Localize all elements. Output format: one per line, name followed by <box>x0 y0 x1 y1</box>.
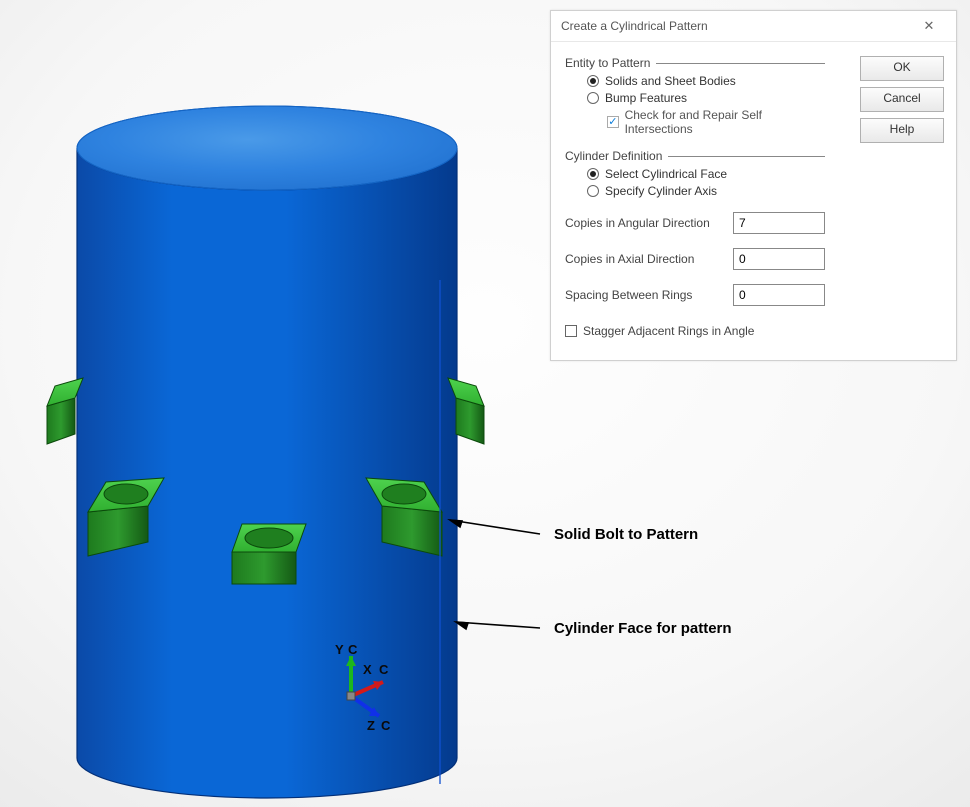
ok-button[interactable]: OK <box>860 56 944 81</box>
label-spacing-rings: Spacing Between Rings <box>565 288 733 302</box>
input-copies-axial[interactable] <box>733 248 825 270</box>
svg-text:C: C <box>381 718 391 733</box>
input-copies-angular[interactable] <box>733 212 825 234</box>
annotation-face: Cylinder Face for pattern <box>554 620 732 637</box>
svg-text:C: C <box>348 642 358 657</box>
check-stagger-label: Stagger Adjacent Rings in Angle <box>583 324 754 338</box>
check-stagger[interactable]: Stagger Adjacent Rings in Angle <box>565 324 825 338</box>
input-spacing-rings[interactable] <box>733 284 825 306</box>
dialog-title: Create a Cylindrical Pattern <box>561 19 912 33</box>
dialog-titlebar[interactable]: Create a Cylindrical Pattern ✕ <box>551 11 956 42</box>
group-entity-title: Entity to Pattern <box>565 56 650 70</box>
radio-bump-label: Bump Features <box>605 91 687 105</box>
group-cylinder-title: Cylinder Definition <box>565 149 662 163</box>
cancel-button[interactable]: Cancel <box>860 87 944 112</box>
radio-axis-label: Specify Cylinder Axis <box>605 184 717 198</box>
check-repair-label: Check for and Repair Self Intersections <box>625 108 825 136</box>
dialog-cylindrical-pattern: Create a Cylindrical Pattern ✕ OK Cancel… <box>550 10 957 361</box>
cylinder-body <box>77 106 457 798</box>
svg-text:Z: Z <box>367 718 375 733</box>
leader-bolt <box>450 520 540 534</box>
radio-specify-axis[interactable]: Specify Cylinder Axis <box>587 184 825 198</box>
radio-solids-label: Solids and Sheet Bodies <box>605 74 736 88</box>
svg-text:Y: Y <box>335 642 344 657</box>
radio-select-face[interactable]: Select Cylindrical Face <box>587 167 825 181</box>
close-icon[interactable]: ✕ <box>912 18 946 34</box>
label-copies-angular: Copies in Angular Direction <box>565 216 733 230</box>
label-copies-axial: Copies in Axial Direction <box>565 252 733 266</box>
check-repair-intersections: ✓ Check for and Repair Self Intersection… <box>607 108 825 136</box>
radio-bump-features[interactable]: Bump Features <box>587 91 825 105</box>
svg-text:X: X <box>363 662 372 677</box>
help-button[interactable]: Help <box>860 118 944 143</box>
leader-face <box>456 622 540 629</box>
annotation-bolt: Solid Bolt to Pattern <box>554 526 698 543</box>
radio-face-label: Select Cylindrical Face <box>605 167 727 181</box>
svg-text:C: C <box>379 662 389 677</box>
radio-solids-sheet[interactable]: Solids and Sheet Bodies <box>587 74 825 88</box>
